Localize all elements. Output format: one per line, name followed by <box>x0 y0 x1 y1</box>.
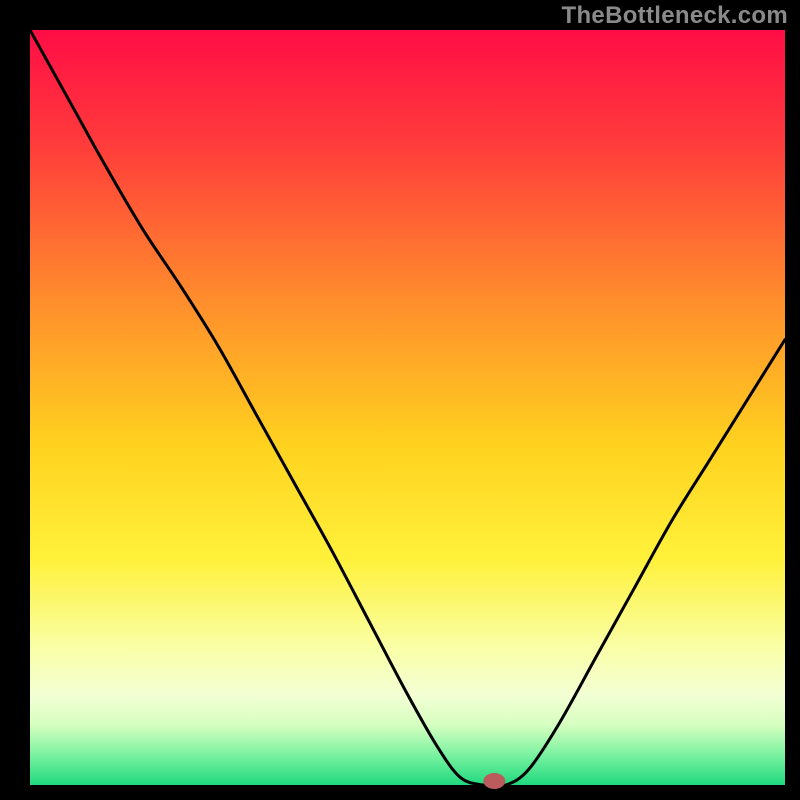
watermark-text: TheBottleneck.com <box>562 2 788 30</box>
gradient-background <box>30 30 785 785</box>
bottleneck-plot <box>0 0 800 800</box>
minimum-marker <box>483 773 505 789</box>
chart-frame: TheBottleneck.com <box>0 0 800 800</box>
